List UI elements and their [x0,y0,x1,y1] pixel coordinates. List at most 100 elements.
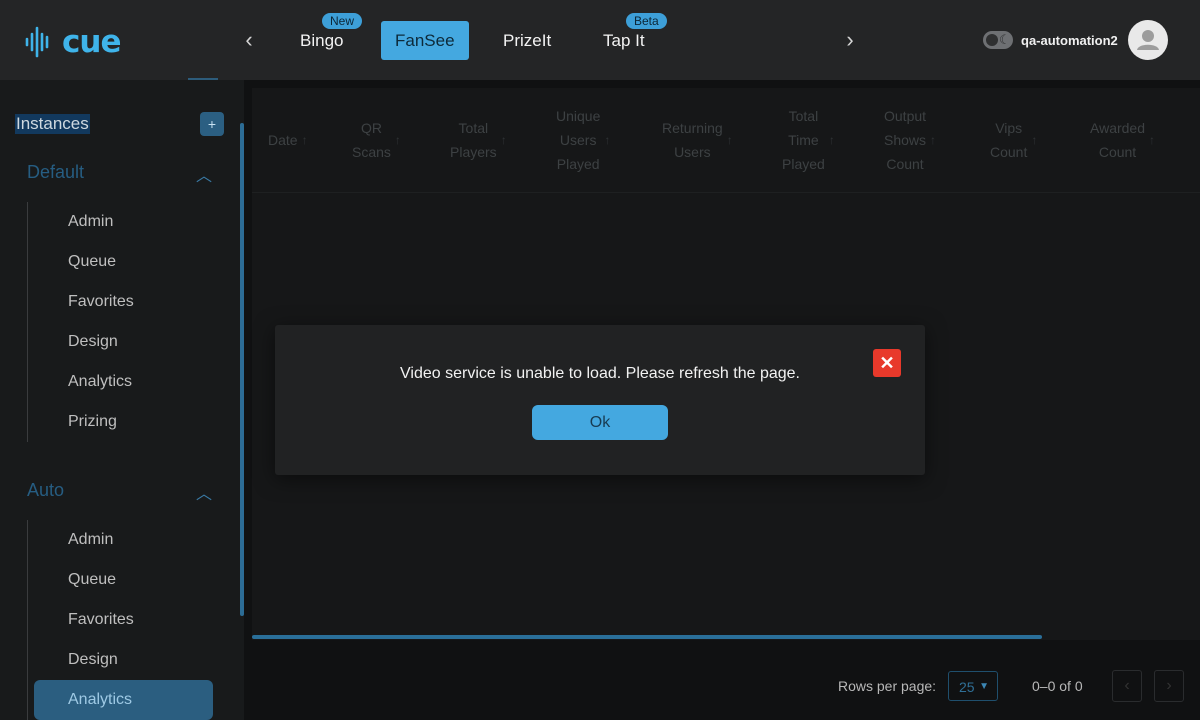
rows-per-page-label: Rows per page: [838,678,937,694]
error-dialog: Video service is unable to load. Please … [275,325,925,475]
column-title-line: Total [788,108,819,124]
avatar[interactable] [1128,20,1168,60]
column-title-line: Shows [884,132,927,148]
waveform-icon [25,26,49,58]
column-title-line: Played [556,156,600,172]
tabs-next-arrow-icon[interactable]: › [838,28,862,52]
beta-badge: Beta [626,13,667,29]
new-badge: New [322,13,363,29]
sidebar-item-default-admin[interactable]: Admin [68,213,113,231]
column-header-total-time-played[interactable]: Total Time Played ↑ [782,88,852,192]
tab-bingo[interactable]: Bingo New [286,13,363,60]
group-auto-line [27,520,28,720]
caret-down-icon: ▼ [979,681,989,692]
table-header: Date ↑ QR Scans ↑ Total Players ↑ Unique… [252,88,1200,193]
column-title-line: Count [990,144,1028,160]
chevron-up-icon[interactable]: ︿ [196,162,212,186]
sidebar-item-auto-design[interactable]: Design [68,651,118,669]
column-title: Total Players [450,116,497,164]
ok-button[interactable]: Ok [532,405,668,440]
pagination-range: 0–0 of 0 [1032,678,1083,694]
table-horizontal-scrollbar[interactable] [252,635,1042,639]
previous-page-button[interactable]: ‹ [1112,670,1142,702]
tab-fansee[interactable]: FanSee [381,21,469,60]
sort-arrow-icon[interactable]: ↑ [395,128,401,152]
next-page-button[interactable]: › [1154,670,1184,702]
column-header-returning-users[interactable]: Returning Users ↑ [662,88,752,192]
column-header-awarded-count[interactable]: Awarded Count ↑ [1090,88,1190,192]
chevron-up-icon[interactable]: ︿ [196,480,212,504]
group-default-line [27,202,28,442]
close-icon[interactable]: ✕ [873,349,901,377]
sort-arrow-icon[interactable]: ↑ [1149,128,1155,152]
column-header-output-shows-count[interactable]: Output Shows Count ↑ [884,88,960,192]
column-title-line: Count [886,156,924,172]
column-title-line: Awarded [1090,120,1146,136]
column-header-total-players[interactable]: Total Players ↑ [450,88,530,192]
column-title-line: Vips [995,120,1023,136]
column-title-line: Played [782,156,825,172]
column-title: Date [268,128,298,152]
tab-label: Tap It [603,31,645,50]
column-header-date[interactable]: Date ↑ [268,88,328,192]
group-default-title[interactable]: Default [27,162,84,183]
sort-arrow-icon[interactable]: ↑ [727,128,733,152]
sidebar-item-auto-queue[interactable]: Queue [68,571,116,589]
rows-per-page-select[interactable]: 25 ▼ [948,671,998,701]
tab-prizeit[interactable]: PrizeIt [489,21,565,60]
tab-label: FanSee [395,31,455,50]
sidebar-divider [188,78,218,80]
tabs-prev-arrow-icon[interactable]: ‹ [237,28,261,52]
group-auto-title[interactable]: Auto [27,480,64,501]
tab-label: PrizeIt [503,31,552,50]
add-instance-button[interactable]: + [200,112,224,136]
cue-logo[interactable]: cue [24,24,121,60]
column-title-line: Output [884,108,927,124]
column-header-vips-count[interactable]: Vips Count ↑ [990,88,1060,192]
top-header: cue ‹ Bingo New FanSee PrizeIt Tap It Be… [0,0,1200,80]
moon-icon: ☾ [999,32,1011,47]
column-title: Unique Users Played [556,104,600,176]
sidebar-scrollbar[interactable] [240,123,244,616]
column-title-line: Count [1098,144,1137,160]
sidebar-item-default-favorites[interactable]: Favorites [68,293,134,311]
rows-per-page-value: 25 [959,679,975,695]
column-title: Returning Users [662,116,723,164]
logo-text: cue [62,24,121,60]
column-title: Output Shows Count [884,104,926,176]
column-title: Total Time Played [782,104,825,176]
sort-arrow-icon[interactable]: ↑ [1031,128,1037,152]
theme-toggle[interactable]: ☾ [983,31,1013,49]
column-title-line: Players [450,144,497,160]
sort-arrow-icon[interactable]: ↑ [829,128,835,152]
column-title-line: Returning [662,120,723,136]
column-title: QR Scans [352,116,391,164]
column-title-line: Date [268,132,298,148]
username: qa-automation2 [1021,33,1118,48]
column-title: Awarded Count [1090,116,1145,164]
user-icon [1137,30,1159,50]
error-message: Video service is unable to load. Please … [400,365,800,382]
sort-arrow-icon[interactable]: ↑ [604,128,610,152]
sidebar-item-auto-admin[interactable]: Admin [68,531,113,549]
sidebar-item-auto-favorites[interactable]: Favorites [68,611,134,629]
column-title-line: Unique [556,108,601,124]
sidebar-item-default-design[interactable]: Design [68,333,118,351]
column-title-line: Total [458,120,489,136]
sidebar-item-default-prizing[interactable]: Prizing [68,413,117,431]
column-title-line: Users [674,144,711,160]
sidebar-item-auto-analytics[interactable]: Analytics [68,691,132,709]
column-title-line: Users [559,132,597,148]
sort-arrow-icon[interactable]: ↑ [501,128,507,152]
sort-arrow-icon[interactable]: ↑ [930,128,936,152]
sort-arrow-icon[interactable]: ↑ [302,128,308,152]
column-header-unique-users-played[interactable]: Unique Users Played ↑ [556,88,632,192]
sidebar-item-default-analytics[interactable]: Analytics [68,373,132,391]
column-title-line: QR [360,120,382,136]
column-header-qr-scans[interactable]: QR Scans ↑ [352,88,422,192]
tab-tap-it[interactable]: Tap It Beta [589,13,667,60]
tab-label: Bingo [300,31,344,50]
column-title-line: Time [788,132,819,148]
toggle-knob [986,34,998,46]
sidebar-item-default-queue[interactable]: Queue [68,253,116,271]
